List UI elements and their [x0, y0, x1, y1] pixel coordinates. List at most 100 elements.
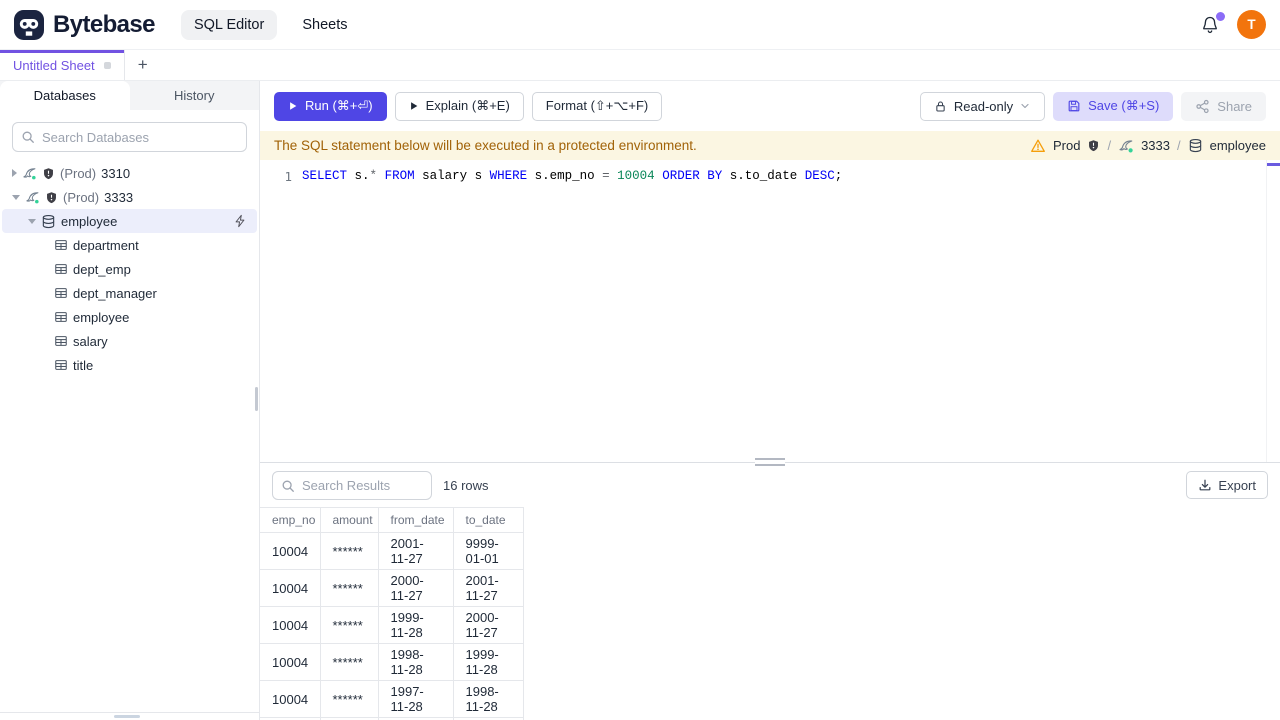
column-header-amount[interactable]: amount: [319, 507, 379, 533]
tree-table-department[interactable]: department: [2, 233, 257, 257]
search-databases-input[interactable]: [12, 122, 247, 152]
mysql-icon: [22, 166, 37, 181]
notifications-button[interactable]: [1200, 11, 1225, 35]
result-row: 10004 ****** 1998-11-28 1999-11-28: [260, 643, 1280, 681]
tree-instance-3333[interactable]: (Prod) 3333: [2, 185, 257, 209]
caret-right-icon[interactable]: [12, 169, 17, 177]
new-sheet-button[interactable]: +: [125, 50, 161, 80]
table-icon: [54, 358, 68, 372]
result-cell[interactable]: 9999-01-01: [452, 532, 524, 570]
sql-token: SELECT: [302, 169, 348, 183]
banner-message: The SQL statement below will be executed…: [274, 138, 697, 153]
tree-database-employee[interactable]: employee: [2, 209, 257, 233]
search-results-input[interactable]: [272, 470, 432, 500]
top-nav: SQL Editor Sheets: [180, 9, 361, 40]
bytebase-logo-icon: [14, 9, 44, 40]
table-name: title: [73, 357, 94, 373]
result-cell[interactable]: 1998-11-28: [452, 680, 524, 718]
save-button[interactable]: Save (⌘+S): [1053, 91, 1174, 121]
search-icon: [21, 130, 35, 144]
tree-table-dept_manager[interactable]: dept_manager: [2, 281, 257, 305]
result-cell[interactable]: 2001-11-27: [377, 532, 454, 570]
result-cell[interactable]: ******: [319, 680, 379, 718]
result-cell[interactable]: ******: [319, 569, 379, 607]
result-cell[interactable]: ******: [319, 606, 379, 644]
column-header-emp_no[interactable]: emp_no: [260, 507, 321, 533]
tree-table-salary[interactable]: salary: [2, 329, 257, 353]
nav-sql-editor[interactable]: SQL Editor: [180, 9, 278, 40]
sql-token: =: [602, 169, 610, 183]
table-name: salary: [73, 333, 108, 349]
brand[interactable]: Bytebase: [14, 9, 156, 40]
table-name: department: [73, 237, 139, 253]
tree-table-dept_emp[interactable]: dept_emp: [2, 257, 257, 281]
table-icon: [54, 334, 68, 348]
readonly-mode-select[interactable]: Read-only: [919, 91, 1046, 121]
run-button[interactable]: Run (⌘+⏎): [274, 91, 387, 121]
caret-down-icon[interactable]: [12, 194, 20, 200]
result-table: emp_no amount from_date to_date 10004 ****** 2…: [260, 507, 1280, 720]
share-button[interactable]: Share: [1181, 91, 1266, 121]
overview-ruler-mark: [1267, 163, 1280, 166]
export-button[interactable]: Export: [1186, 471, 1268, 499]
sql-token: ORDER BY: [662, 169, 723, 183]
database-icon: [41, 214, 56, 229]
sidebar-hscrollbar[interactable]: [0, 712, 259, 720]
avatar[interactable]: T: [1237, 10, 1266, 39]
row-count: 16 rows: [443, 477, 489, 493]
database-label[interactable]: employee: [1210, 138, 1266, 153]
result-cell[interactable]: 10004: [260, 532, 321, 570]
mysql-icon: [1118, 138, 1134, 154]
quick-action-bolt-icon[interactable]: [233, 214, 247, 228]
export-button-label: Export: [1218, 477, 1256, 493]
result-cell[interactable]: 10004: [260, 680, 321, 718]
mysql-icon: [25, 190, 40, 205]
table-icon: [54, 238, 68, 252]
tree-table-employee[interactable]: employee: [2, 305, 257, 329]
tree-instance-3310[interactable]: (Prod) 3310: [2, 161, 257, 185]
result-cell[interactable]: 2000-11-27: [452, 606, 524, 644]
tab-history[interactable]: History: [130, 81, 260, 110]
result-cell[interactable]: 1999-11-28: [452, 643, 524, 681]
result-cell[interactable]: ******: [319, 532, 379, 570]
result-cell[interactable]: 1997-11-28: [377, 680, 454, 718]
result-cell[interactable]: 10004: [260, 606, 321, 644]
result-cell[interactable]: 10004: [260, 569, 321, 607]
sidebar-resize-handle[interactable]: [255, 387, 258, 411]
environment-label[interactable]: Prod: [1053, 138, 1080, 153]
sql-token: s.to_date: [722, 169, 805, 183]
save-icon: [1067, 99, 1081, 113]
row-filler: [523, 643, 1280, 681]
result-cell[interactable]: 1998-11-28: [377, 643, 454, 681]
result-cell[interactable]: ******: [319, 643, 379, 681]
sidebar-tabs: Databases History: [0, 81, 259, 110]
tab-untitled-sheet[interactable]: Untitled Sheet: [0, 50, 125, 80]
sql-statement[interactable]: SELECT s.* FROM salary s WHERE s.emp_no …: [302, 167, 842, 462]
panel-resize-handle[interactable]: [755, 458, 785, 466]
results-search: [272, 470, 432, 500]
result-cell[interactable]: 1999-11-28: [377, 606, 454, 644]
instance-label[interactable]: 3333: [1141, 138, 1170, 153]
tree-table-title[interactable]: title: [2, 353, 257, 377]
nav-sheets[interactable]: Sheets: [289, 10, 360, 40]
column-header-from_date[interactable]: from_date: [377, 507, 454, 533]
result-cell[interactable]: 2000-11-27: [377, 569, 454, 607]
sql-editor[interactable]: 1 SELECT s.* FROM salary s WHERE s.emp_n…: [260, 160, 1280, 462]
connection-breadcrumb: Prod / 3333 / employee: [1030, 138, 1266, 154]
table-icon: [54, 262, 68, 276]
explain-button[interactable]: Explain (⌘+E): [394, 91, 524, 121]
result-row: 10004 ****** 1999-11-28 2000-11-27: [260, 606, 1280, 644]
sql-token: s.emp_no: [527, 169, 603, 183]
format-button[interactable]: Format (⇧+⌥+F): [531, 91, 663, 121]
share-icon: [1195, 99, 1210, 114]
table-icon: [54, 310, 68, 324]
caret-down-icon[interactable]: [28, 218, 36, 224]
notification-badge: [1216, 11, 1225, 21]
tab-databases[interactable]: Databases: [0, 81, 130, 110]
result-cell[interactable]: 10004: [260, 643, 321, 681]
results-toolbar: 16 rows Export: [260, 463, 1280, 507]
result-cell[interactable]: 2001-11-27: [452, 569, 524, 607]
column-header-to_date[interactable]: to_date: [452, 507, 524, 533]
hscroll-thumb[interactable]: [114, 715, 140, 718]
